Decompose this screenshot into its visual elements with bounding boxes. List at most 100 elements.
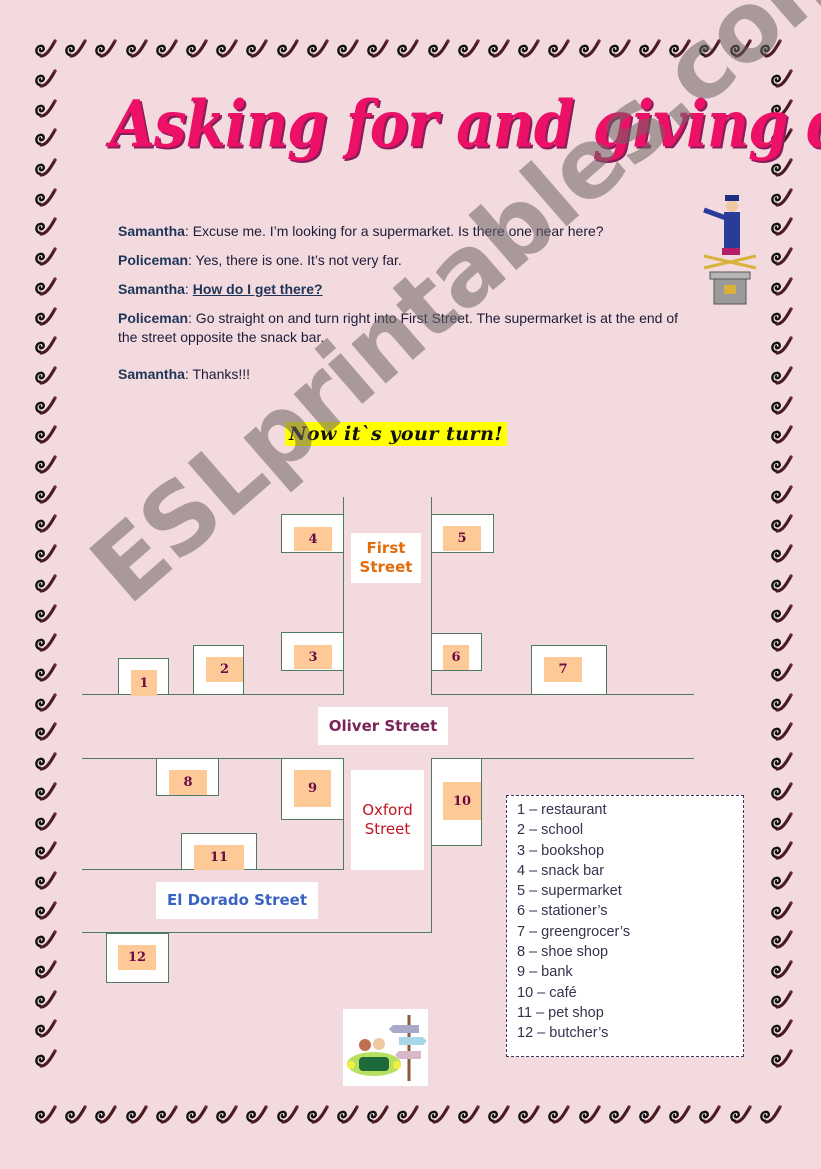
swirl-pen-icon <box>364 1102 390 1128</box>
swirl-pen-icon <box>274 36 300 62</box>
swirl-pen-icon <box>32 630 58 656</box>
swirl-pen-icon <box>32 898 58 924</box>
swirl-pen-icon <box>768 185 794 211</box>
building-1: 1 <box>118 658 169 696</box>
swirl-pen-icon <box>32 779 58 805</box>
swirl-pen-icon <box>364 36 390 62</box>
swirl-pen-icon <box>183 36 209 62</box>
legend-item: 3 – bookshop <box>517 842 605 859</box>
swirl-pen-icon <box>92 1102 118 1128</box>
swirl-pen-icon <box>768 660 794 686</box>
swirl-pen-icon <box>768 452 794 478</box>
your-turn-banner: Now it`s your turn! <box>285 422 508 446</box>
legend-item: 5 – supermarket <box>517 883 622 900</box>
swirl-pen-icon <box>274 1102 300 1128</box>
legend-item: 7 – greengrocer’s <box>517 923 631 940</box>
swirl-pen-icon <box>213 1102 239 1128</box>
legend-item: 10 – café <box>517 984 577 1001</box>
swirl-pen-icon <box>696 1102 722 1128</box>
speaker: Samantha <box>118 366 185 382</box>
page-title: Asking for and giving directions <box>110 86 821 163</box>
swirl-pen-icon <box>768 749 794 775</box>
legend-item: 11 – pet shop <box>517 1004 604 1021</box>
swirl-pen-icon <box>455 1102 481 1128</box>
building-number: 11 <box>194 845 244 870</box>
building-12: 12 <box>106 933 169 983</box>
swirl-pen-icon <box>768 630 794 656</box>
swirl-pen-icon <box>768 541 794 567</box>
building-4: 4 <box>281 514 344 553</box>
swirl-pen-icon <box>768 719 794 745</box>
swirl-pen-icon <box>768 1016 794 1042</box>
building-2: 2 <box>193 645 244 695</box>
swirl-pen-icon <box>394 36 420 62</box>
building-5: 5 <box>431 514 494 553</box>
dialogue-line: Samantha: Thanks!!! <box>118 365 693 384</box>
swirl-pen-icon <box>636 1102 662 1128</box>
swirl-pen-icon <box>768 957 794 983</box>
swirl-pen-icon <box>32 244 58 270</box>
swirl-pen-icon <box>32 601 58 627</box>
speaker: Policeman <box>118 310 189 326</box>
swirl-pen-icon <box>757 36 783 62</box>
policeman-pointing-icon <box>700 186 760 306</box>
swirl-pen-icon <box>576 1102 602 1128</box>
swirl-pen-icon <box>757 1102 783 1128</box>
swirl-pen-icon <box>768 363 794 389</box>
swirl-pen-icon <box>334 1102 360 1128</box>
swirl-pen-icon <box>727 36 753 62</box>
swirl-pen-icon <box>545 1102 571 1128</box>
swirl-pen-icon <box>32 452 58 478</box>
swirl-pen-icon <box>32 987 58 1013</box>
swirl-pen-icon <box>32 868 58 894</box>
building-number: 7 <box>544 657 582 682</box>
building-number: 3 <box>294 645 332 669</box>
legend-item: 1 – restaurant <box>517 802 607 818</box>
swirl-pen-icon <box>727 1102 753 1128</box>
swirl-pen-icon <box>32 304 58 330</box>
car-signpost-icon <box>343 1009 428 1086</box>
swirl-pen-icon <box>425 1102 451 1128</box>
swirl-pen-icon <box>304 1102 330 1128</box>
swirl-pen-icon <box>32 363 58 389</box>
legend-item: 6 – stationer’s <box>517 903 608 920</box>
swirl-pen-icon <box>425 36 451 62</box>
swirl-pen-icon <box>768 333 794 359</box>
swirl-pen-icon <box>32 1102 58 1128</box>
swirl-pen-icon <box>485 1102 511 1128</box>
swirl-pen-icon <box>515 36 541 62</box>
building-3: 3 <box>281 632 344 671</box>
building-number: 10 <box>443 782 481 820</box>
speaker: Policeman <box>118 252 189 268</box>
legend-item: 4 – snack bar <box>517 862 605 879</box>
line-text: : Yes, there is one. It’s not very far. <box>188 252 402 268</box>
swirl-pen-icon <box>32 1016 58 1042</box>
swirl-pen-icon <box>32 541 58 567</box>
swirl-pen-icon <box>32 571 58 597</box>
swirl-pen-icon <box>768 1046 794 1072</box>
swirl-pen-icon <box>768 422 794 448</box>
swirl-pen-icon <box>32 690 58 716</box>
swirl-pen-icon <box>455 36 481 62</box>
swirl-pen-icon <box>32 274 58 300</box>
swirl-pen-icon <box>768 809 794 835</box>
building-number: 8 <box>169 770 207 795</box>
swirl-pen-icon <box>394 1102 420 1128</box>
dialogue-line: Samantha: How do I get there? <box>118 280 693 299</box>
swirl-pen-icon <box>32 96 58 122</box>
swirl-pen-icon <box>123 1102 149 1128</box>
eldorado-street-label: El Dorado Street <box>156 882 318 919</box>
swirl-pen-icon <box>32 749 58 775</box>
swirl-pen-icon <box>576 36 602 62</box>
oxford-street-label: Oxford Street <box>351 770 424 870</box>
swirl-pen-icon <box>304 36 330 62</box>
building-number: 4 <box>294 527 332 551</box>
building-number: 6 <box>443 645 469 670</box>
swirl-pen-icon <box>62 36 88 62</box>
swirl-pen-icon <box>243 1102 269 1128</box>
swirl-pen-icon <box>62 1102 88 1128</box>
building-number: 1 <box>131 670 157 696</box>
swirl-pen-icon <box>768 927 794 953</box>
building-9: 9 <box>281 758 344 820</box>
building-legend: 1 – restaurant 2 – school 3 – bookshop 4… <box>506 795 744 1057</box>
